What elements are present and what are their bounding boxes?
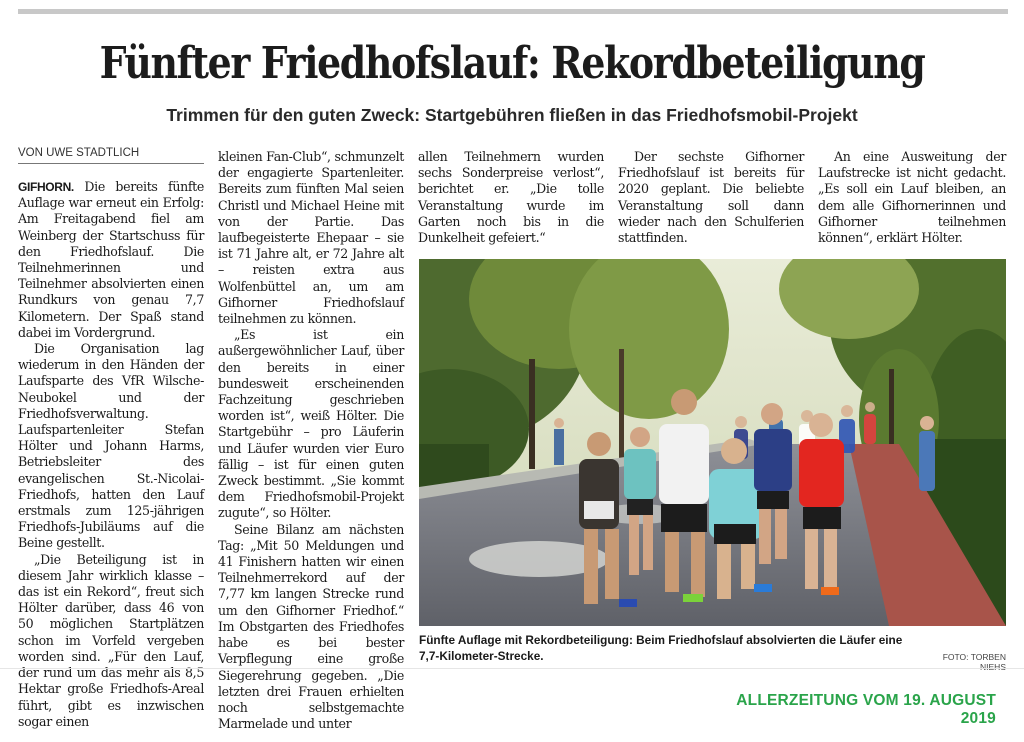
article-column-4: Der sechste Gifhorner Friedhofslauf ist …: [618, 149, 804, 246]
runners-photo: [419, 259, 1006, 626]
paragraph: allen Teilnehmern wurden sechs Sonderpre…: [418, 149, 604, 246]
paragraph: kleinen Fan-Club“, schmunzelt der engagi…: [218, 149, 404, 327]
article-column-2: kleinen Fan-Club“, schmunzelt der engagi…: [218, 149, 404, 732]
dateline: GIFHORN.: [18, 180, 74, 194]
article-column-3: allen Teilnehmern wurden sechs Sonderpre…: [418, 149, 604, 246]
paragraph: „Es ist ein außergewöhnlicher Lauf, über…: [218, 327, 404, 521]
paragraph: GIFHORN. Die bereits fünfte Auflage war …: [18, 179, 204, 341]
photo-credit: FOTO: TORBEN NIEHS: [942, 652, 1006, 672]
paragraph: „Die Beteiligung ist in diesem Jahr wirk…: [18, 551, 204, 729]
paragraph: Der sechste Gifhorner Friedhofslauf ist …: [618, 149, 804, 246]
article-column-5: An eine Ausweitung der Laufstrecke ist n…: [818, 149, 1006, 246]
top-rule: [18, 9, 1008, 14]
headline: Fünfter Friedhofslauf: Rekordbeteiligung: [99, 38, 926, 89]
byline: VON UWE STADTLICH: [18, 147, 204, 164]
bottom-rule: [0, 668, 1024, 669]
article-column-1: GIFHORN. Die bereits fünfte Auflage war …: [18, 179, 204, 730]
article-photo: [419, 259, 1006, 626]
source-footer: ALLERZEITUNG VOM 19. AUGUST 2019: [736, 692, 996, 727]
paragraph: Seine Bilanz am nächsten Tag: „Mit 50 Me…: [218, 521, 404, 732]
paragraph: Die Organisation lag wiederum in den Hän…: [18, 341, 204, 551]
subheadline: Trimmen für den guten Zweck: Startgebühr…: [166, 105, 858, 125]
paragraph-text: Die bereits fünfte Auflage war erneut ei…: [18, 179, 204, 340]
paragraph: An eine Ausweitung der Laufstrecke ist n…: [818, 149, 1006, 246]
photo-caption: Fünfte Auflage mit Rekordbeteiligung: Be…: [419, 633, 903, 663]
